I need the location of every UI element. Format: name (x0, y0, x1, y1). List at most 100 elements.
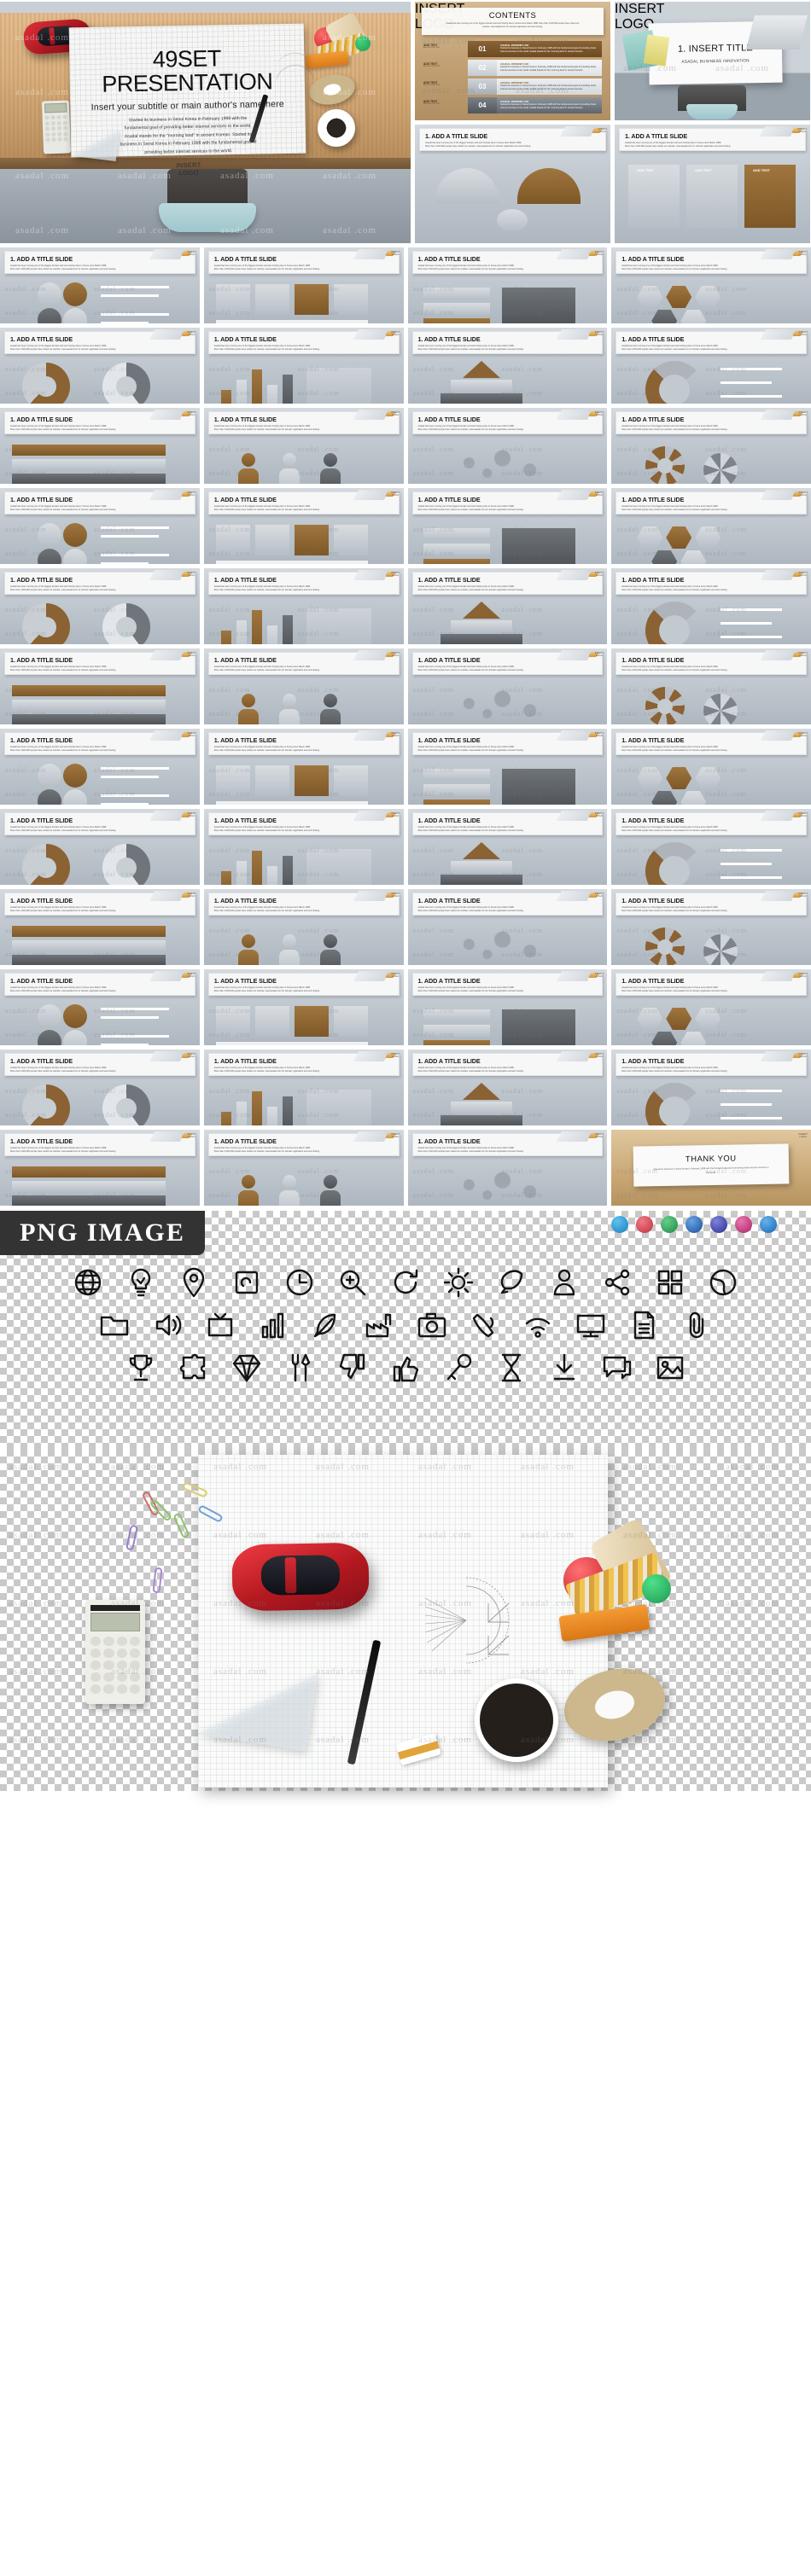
slide-thumbnail[interactable]: 1. ADD A TITLE SLIDE Asadal has been run… (0, 247, 200, 323)
contents-item-03[interactable]: ADD TEXT ADD A YOUR TEXT 03 ASADAL INTER… (423, 79, 602, 95)
slide-logo-placeholder: INSERT LOGO (187, 892, 196, 898)
slide-thumbnail[interactable]: 1. ADD A TITLE SLIDE Asadal has been run… (407, 889, 608, 965)
slide-logo-placeholder: INSERT LOGO (390, 972, 400, 979)
math-sketch-icon (424, 1577, 510, 1664)
slide-body: Asadal has been running one of the bigge… (417, 425, 524, 432)
slide-thumbnail[interactable]: 1. ADD A TITLE SLIDE Asadal has been run… (203, 488, 404, 564)
slide-thumbnail[interactable]: 1. ADD A TITLE SLIDE Asadal has been run… (415, 125, 610, 243)
slide-thumbnail[interactable]: 1. ADD A TITLE SLIDE Asadal has been run… (0, 1050, 200, 1125)
slide-thumbnail[interactable]: 1. ADD A TITLE SLIDE Asadal has been run… (0, 729, 200, 805)
contents-slide[interactable]: CONTENTS Asadal has been running one of … (415, 2, 610, 120)
slide-thumbnail[interactable]: 1. ADD A TITLE SLIDE Asadal has been run… (0, 568, 200, 644)
slide-thumbnail[interactable]: 1. ADD A TITLE SLIDE Asadal has been run… (407, 328, 608, 404)
slide-thumbnail[interactable]: 1. ADD A TITLE SLIDE Asadal has been run… (407, 648, 608, 724)
slide-thumbnail[interactable]: 1. ADD A TITLE SLIDE Asadal has been run… (611, 568, 811, 644)
slide-thumbnail[interactable]: 1. ADD A TITLE SLIDE Asadal has been run… (611, 729, 811, 805)
slide-thumbnail[interactable]: 1. ADD A TITLE SLIDE Asadal has been run… (407, 247, 608, 323)
slide-canvas (611, 997, 811, 1045)
slide-thumbnail[interactable]: 1. ADD A TITLE SLIDE Asadal has been run… (203, 889, 404, 965)
slide-body: Asadal has been running one of the bigge… (621, 265, 728, 271)
slide-thumbnail[interactable]: 1. ADD A TITLE SLIDE Asadal has been run… (611, 889, 811, 965)
slide-thumbnail[interactable]: 1. ADD A TITLE SLIDE Asadal has been run… (611, 969, 811, 1045)
clip-prop-icon (760, 570, 797, 580)
slide-thumbnail[interactable]: 1. ADD A TITLE SLIDE Asadal has been run… (203, 809, 404, 885)
slide-body: Asadal has been running one of the bigge… (10, 425, 116, 432)
slide-logo-placeholder: INSERT LOGO (798, 811, 808, 818)
slide-thumbnail[interactable]: 1. ADD A TITLE SLIDE Asadal has been run… (407, 568, 608, 644)
slide-thumbnail[interactable]: 1. ADD A TITLE SLIDE Asadal has been run… (203, 408, 404, 484)
slide-canvas (204, 436, 404, 484)
slide-logo-placeholder: INSERT LOGO (594, 410, 604, 417)
slide-thumbnail[interactable]: 1. ADD A TITLE SLIDE Asadal has been run… (611, 1050, 811, 1125)
slide-thumbnail[interactable]: 1. ADD A TITLE SLIDE Asadal has been run… (611, 809, 811, 885)
clip-prop-icon (760, 811, 797, 821)
insert-title-heading: 1. INSERT TITLE (677, 42, 753, 55)
cover-slide[interactable]: 49SET PRESENTATION Insert your subtitle … (0, 2, 411, 243)
insert-title-slide[interactable]: 1. INSERT TITLE ASADAL BUSINESS INNOVATI… (615, 2, 810, 120)
slide-thumbnail[interactable]: 1. ADD A TITLE SLIDE Asadal has been run… (407, 408, 608, 484)
slide-canvas (204, 997, 404, 1045)
slide-thumbnail[interactable]: 1. ADD A TITLE SLIDE Asadal has been run… (203, 648, 404, 724)
slide-thumbnail[interactable]: 1. ADD A TITLE SLIDE Asadal has been run… (0, 408, 200, 484)
slide-canvas (0, 516, 200, 564)
slide-thumbnail[interactable]: 1. ADD A TITLE SLIDE Asadal has been run… (0, 1130, 200, 1206)
icon-row-3 (0, 1349, 811, 1387)
slide-thumbnail[interactable]: 1. ADD A TITLE SLIDE Asadal has been run… (407, 1130, 608, 1206)
slide-thumbnail[interactable]: 1. ADD A TITLE SLIDE Asadal has been run… (203, 969, 404, 1045)
slide-logo-placeholder: INSERT LOGO (390, 250, 400, 257)
diamond-icon (228, 1349, 265, 1387)
contents-item-01[interactable]: ADD TEXT ADD A YOUR TEXT 01 ASADAL INTER… (423, 41, 602, 57)
clip-prop-icon (760, 650, 797, 660)
slide-thumbnail[interactable]: 1. ADD A TITLE SLIDE Asadal has been run… (611, 247, 811, 323)
slide-canvas (204, 677, 404, 724)
clip-prop-icon (760, 490, 797, 500)
slide-thumbnail[interactable]: 1. ADD A TITLE SLIDE Asadal has been run… (203, 328, 404, 404)
slide-thumbnail[interactable]: 1. ADD A TITLE SLIDE Asadal has been run… (407, 1050, 608, 1125)
chat-icon (598, 1349, 636, 1387)
slide-body: Asadal has been running one of the bigge… (10, 1067, 116, 1073)
clock-icon (281, 1264, 318, 1301)
slide-thumbnail[interactable]: 1. ADD A TITLE SLIDE Asadal has been run… (203, 1130, 404, 1206)
slide-thumbnail[interactable]: 1. ADD A TITLE SLIDE Asadal has been run… (407, 729, 608, 805)
slide-logo-placeholder: INSERT LOGO (798, 410, 808, 417)
slide-body: Asadal has been running one of the bigge… (417, 1067, 524, 1073)
col-insert-title: 1. INSERT TITLE ASADAL BUSINESS INNOVATI… (615, 2, 810, 243)
slide-thumbnail[interactable]: 1. ADD A TITLE SLIDE Asadal has been run… (0, 328, 200, 404)
slide-body: Asadal has been running one of the bigge… (621, 826, 728, 833)
slide-thumbnail[interactable]: 1. ADD A TITLE SLIDE Asadal has been run… (615, 125, 810, 243)
slide-thumbnail[interactable]: 1. ADD A TITLE SLIDE Asadal has been run… (407, 809, 608, 885)
slide-thumbnail[interactable]: 1. ADD A TITLE SLIDE Asadal has been run… (611, 328, 811, 404)
contents-item-02[interactable]: ADD TEXT ADD A YOUR TEXT 02 ASADAL INTER… (423, 60, 602, 76)
feather-icon (307, 1306, 345, 1344)
thankyou-slide[interactable]: THANK YOU Started its business in Seoul … (611, 1130, 811, 1206)
slide-thumbnail[interactable]: 1. ADD A TITLE SLIDE Asadal has been run… (203, 1050, 404, 1125)
clip-prop-icon (149, 1131, 185, 1142)
clip-prop-icon (149, 730, 185, 741)
top-block: 49SET PRESENTATION Insert your subtitle … (0, 0, 811, 243)
slide-thumbnail[interactable]: 1. ADD A TITLE SLIDE Asadal has been run… (203, 568, 404, 644)
slide-canvas (408, 516, 608, 564)
slide-thumbnail[interactable]: 1. ADD A TITLE SLIDE Asadal has been run… (203, 247, 404, 323)
slide-thumbnail[interactable]: 1. ADD A TITLE SLIDE Asadal has been run… (0, 488, 200, 564)
slide-thumbnail[interactable]: 1. ADD A TITLE SLIDE Asadal has been run… (0, 648, 200, 724)
slide-thumbnail[interactable]: 1. ADD A TITLE SLIDE Asadal has been run… (407, 488, 608, 564)
slide-thumbnail[interactable]: 1. ADD A TITLE SLIDE Asadal has been run… (0, 809, 200, 885)
slide-thumbnail[interactable]: 1. ADD A TITLE SLIDE Asadal has been run… (0, 889, 200, 965)
slide-body: Asadal has been running one of the bigge… (213, 265, 320, 271)
contents-item-04[interactable]: ADD TEXT ADD A YOUR TEXT 04 ASADAL INTER… (423, 97, 602, 113)
slide-logo-placeholder: INSERT LOGO (594, 1132, 604, 1139)
slide-thumbnail[interactable]: 1. ADD A TITLE SLIDE Asadal has been run… (203, 729, 404, 805)
slide-thumbnail[interactable]: 1. ADD A TITLE SLIDE Asadal has been run… (0, 969, 200, 1045)
slide-logo-placeholder: INSERT LOGO (187, 1132, 196, 1139)
clip-prop-icon (760, 891, 797, 901)
slide-logo-placeholder: INSERT LOGO (187, 731, 196, 738)
slide-thumbnail[interactable]: 1. ADD A TITLE SLIDE Asadal has been run… (611, 648, 811, 724)
gear-icon (440, 1264, 477, 1301)
slide-logo-placeholder: INSERT LOGO (390, 410, 400, 417)
slide-thumbnail[interactable]: 1. ADD A TITLE SLIDE Asadal has been run… (407, 969, 608, 1045)
slide-thumbnail[interactable]: 1. ADD A TITLE SLIDE Asadal has been run… (611, 488, 811, 564)
slide-thumbnail[interactable]: 1. ADD A TITLE SLIDE Asadal has been run… (611, 408, 811, 484)
png-image-label: PNG IMAGE (20, 1218, 185, 1247)
slide-body: Asadal has been running one of the bigge… (213, 425, 320, 432)
slide-logo-placeholder: INSERT LOGO (798, 972, 808, 979)
